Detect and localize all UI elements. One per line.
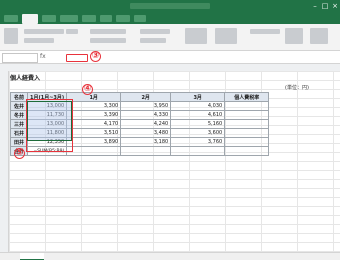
cell-month1[interactable]: 4,170 (66, 119, 122, 129)
cell-month1[interactable]: 3,390 (66, 110, 122, 120)
cell-rate[interactable] (224, 110, 270, 120)
close-icon[interactable]: × (330, 2, 340, 10)
alignment-buttons[interactable] (90, 29, 126, 34)
find-select-button[interactable] (310, 28, 328, 44)
annotation-5: ⑤ (14, 148, 25, 159)
ribbon (0, 24, 340, 51)
sort-filter-button[interactable] (285, 28, 303, 44)
cell-rate[interactable] (224, 101, 270, 111)
cell-month3[interactable]: 3,760 (170, 137, 226, 147)
name-box[interactable] (2, 53, 38, 63)
cell-month2[interactable]: 3,480 (120, 128, 172, 138)
cell-empty[interactable] (170, 146, 226, 156)
cell-month3[interactable]: 4,030 (170, 101, 226, 111)
header-rate[interactable]: 個人費税率 (224, 92, 270, 102)
cell-name[interactable]: 石井 (10, 128, 28, 138)
annotation-3: ③ (90, 51, 101, 62)
tab-file[interactable] (4, 15, 18, 22)
window-title (130, 3, 210, 9)
cell-empty[interactable] (120, 146, 172, 156)
formula-input-highlight[interactable] (66, 54, 88, 62)
sum-button[interactable] (250, 29, 280, 34)
sheet-title: 個人経費入 (10, 75, 41, 82)
header-month3[interactable]: 3月 (170, 92, 226, 102)
cell-month1[interactable]: 3,510 (66, 128, 122, 138)
tab-formulas[interactable] (82, 15, 96, 22)
font-size-dropdown[interactable] (66, 29, 78, 34)
maximize-icon[interactable]: □ (320, 2, 330, 10)
cell-month3[interactable]: 5,160 (170, 119, 226, 129)
cell-month1[interactable]: 3,300 (66, 101, 122, 111)
ribbon-tabs (0, 13, 340, 24)
unit-label: (単位：円) (285, 85, 309, 91)
styles-gallery[interactable] (185, 28, 207, 44)
cell-empty[interactable] (224, 146, 270, 156)
cell-month2[interactable]: 4,240 (120, 119, 172, 129)
annotation-4: ④ (82, 84, 93, 95)
cell-rate[interactable] (224, 137, 270, 147)
annotation-highlight-box (26, 99, 73, 152)
cell-rate[interactable] (224, 128, 270, 138)
cell-empty[interactable] (66, 146, 122, 156)
tab-home[interactable] (22, 14, 38, 24)
cell-month2[interactable]: 4,330 (120, 110, 172, 120)
indent-buttons[interactable] (90, 38, 126, 43)
cell-month3[interactable]: 3,600 (170, 128, 226, 138)
title-bar: – □ × (0, 0, 340, 13)
number-format-dropdown[interactable] (140, 29, 170, 34)
number-format-buttons[interactable] (140, 38, 166, 43)
cell-name[interactable]: 田井 (10, 137, 28, 147)
fx-icon[interactable]: fx (40, 53, 46, 61)
cell-month1[interactable]: 3,890 (66, 137, 122, 147)
tab-insert[interactable] (42, 15, 56, 22)
font-style-buttons[interactable] (24, 38, 54, 43)
cells-group[interactable] (215, 28, 237, 44)
tab-review[interactable] (116, 15, 130, 22)
cell-month3[interactable]: 4,610 (170, 110, 226, 120)
tab-data[interactable] (100, 15, 112, 22)
row-headers (0, 71, 9, 257)
header-month1[interactable]: 1月 (66, 92, 122, 102)
cell-month2[interactable]: 3,950 (120, 101, 172, 111)
cell-name[interactable]: 冬井 (10, 110, 28, 120)
tab-page-layout[interactable] (60, 15, 78, 22)
minimize-icon[interactable]: – (310, 2, 320, 10)
cell-rate[interactable] (224, 119, 270, 129)
font-name-dropdown[interactable] (24, 29, 64, 34)
tab-view[interactable] (134, 15, 146, 22)
formula-bar: fx (0, 51, 340, 64)
paste-button[interactable] (4, 28, 18, 44)
header-name[interactable]: 名前 (10, 92, 28, 102)
cell-name[interactable]: 三井 (10, 119, 28, 129)
cell-name[interactable]: 佐井 (10, 101, 28, 111)
header-month2[interactable]: 2月 (120, 92, 172, 102)
cell-month2[interactable]: 3,180 (120, 137, 172, 147)
